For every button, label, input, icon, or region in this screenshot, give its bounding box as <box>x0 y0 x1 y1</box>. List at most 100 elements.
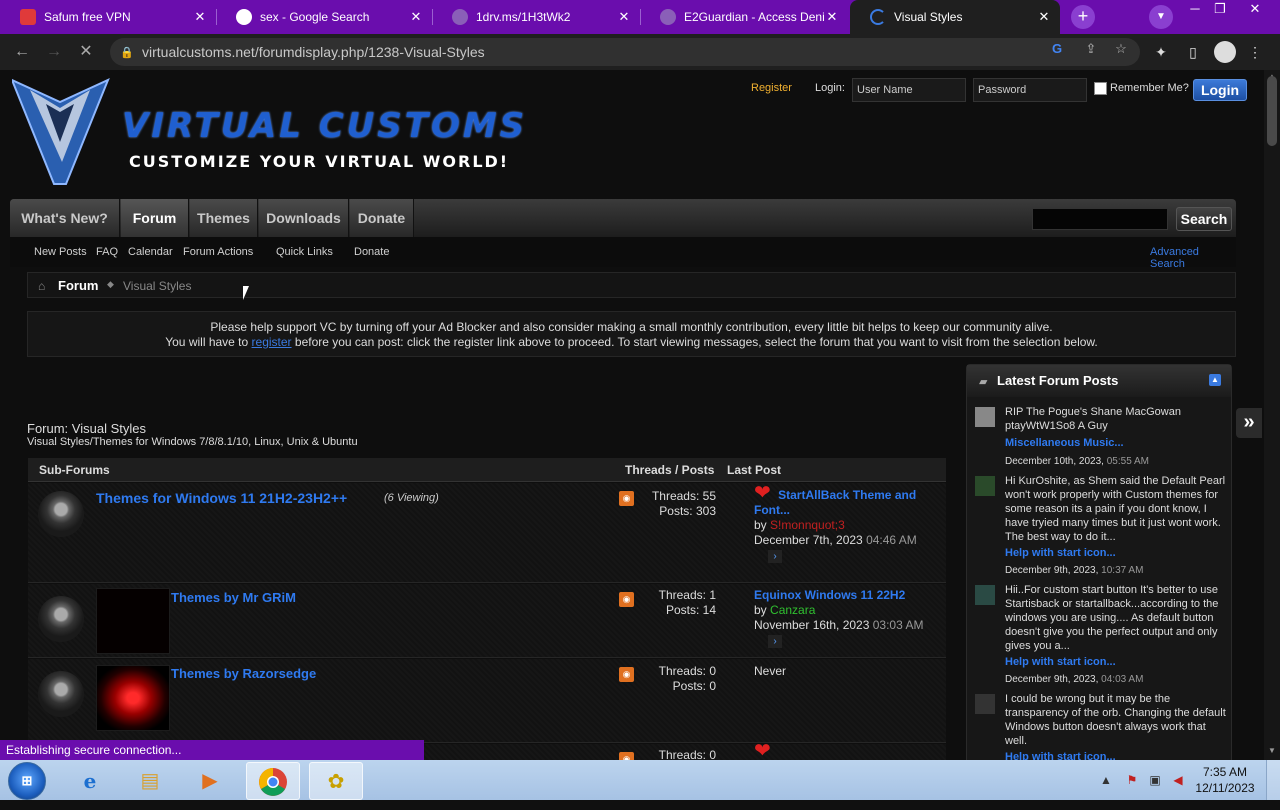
last-post-author[interactable]: Canzara <box>770 603 815 617</box>
close-icon[interactable]: ✕ <box>1036 9 1052 25</box>
forward-icon[interactable]: → <box>42 40 66 64</box>
site-logo[interactable]: VIRTUAL CUSTOMS CUSTOMIZE YOUR VIRTUAL W… <box>12 78 572 190</box>
rss-icon[interactable]: ◉ <box>619 491 634 506</box>
breadcrumb-forum[interactable]: Forum <box>58 278 98 293</box>
close-icon[interactable]: ✕ <box>408 9 424 25</box>
browser-tab[interactable]: E2Guardian - Access Denied ✕ <box>640 0 848 34</box>
new-posts-link[interactable]: New Posts <box>34 246 87 258</box>
last-post-title[interactable]: Equinox Windows 11 22H2 <box>754 588 905 602</box>
post-thread-link[interactable]: Miscellaneous Music... <box>1005 437 1124 449</box>
breadcrumb-separator-icon: ◆ <box>107 279 114 289</box>
browser-tab[interactable]: sex - Google Search ✕ <box>216 0 432 34</box>
calendar-link[interactable]: Calendar <box>128 246 173 258</box>
extensions-icon[interactable]: ✦ <box>1150 41 1172 63</box>
go-to-last-post-icon[interactable]: › <box>768 635 782 648</box>
password-input[interactable]: Password <box>973 78 1087 102</box>
address-bar[interactable]: 🔒 virtualcustoms.net/forumdisplay.php/12… <box>110 38 1140 66</box>
register-link[interactable]: Register <box>751 82 792 94</box>
search-input[interactable] <box>1032 208 1168 230</box>
scrollbar[interactable]: ▲ ▼ <box>1264 70 1280 760</box>
rss-icon[interactable]: ◉ <box>619 667 634 682</box>
tab-donate[interactable]: Donate <box>350 199 414 237</box>
close-icon[interactable]: ✕ <box>824 9 840 25</box>
rss-icon[interactable]: ◉ <box>619 592 634 607</box>
tab-search-chevron-icon[interactable]: ▼ <box>1149 5 1173 29</box>
network-icon[interactable]: ▣ <box>1147 772 1163 788</box>
volume-icon[interactable]: ◀ <box>1170 772 1186 788</box>
new-tab-button[interactable]: + <box>1071 5 1095 29</box>
side-panel-icon[interactable]: ▯ <box>1182 41 1204 63</box>
register-link-inline[interactable]: register <box>252 335 292 349</box>
last-post-time: 04:46 AM <box>866 533 917 547</box>
bookmark-star-icon[interactable]: ☆ <box>1112 40 1130 58</box>
scroll-down-icon[interactable]: ▼ <box>1264 746 1280 755</box>
mouse-cursor-icon <box>243 286 255 300</box>
subforum-stats: Threads: 0 Posts: 0 <box>659 664 716 694</box>
page-viewport: VIRTUAL CUSTOMS CUSTOMIZE YOUR VIRTUAL W… <box>0 70 1264 760</box>
time-text: 10:37 AM <box>1101 565 1144 576</box>
share-icon[interactable]: ⇪ <box>1082 40 1100 58</box>
last-post-author[interactable]: S!monnquot;3 <box>770 518 845 532</box>
last-post-date: November 16th, 2023 <box>754 618 870 632</box>
browser-tab[interactable]: 1drv.ms/1H3tWk2 ✕ <box>432 0 640 34</box>
username-input[interactable]: User Name <box>852 78 966 102</box>
tab-title: 1drv.ms/1H3tWk2 <box>476 10 571 24</box>
quick-links-link[interactable]: Quick Links <box>276 246 333 258</box>
profile-avatar[interactable] <box>1214 41 1236 63</box>
last-post-title[interactable]: StartAllBack Theme and Font... <box>754 488 916 517</box>
forum-actions-link[interactable]: Forum Actions <box>183 246 253 258</box>
internet-explorer-icon[interactable]: e <box>63 762 117 800</box>
scroll-thumb[interactable] <box>1267 76 1277 146</box>
subforum-link[interactable]: Themes by Razorsedge <box>171 666 316 681</box>
last-post: Equinox Windows 11 22H2 by Canzara Novem… <box>754 588 940 648</box>
notice-line-1: Please help support VC by turning off yo… <box>210 320 1053 334</box>
expand-sidebar-icon[interactable]: » <box>1236 408 1262 438</box>
notice-box: Please help support VC by turning off yo… <box>27 311 1236 357</box>
show-hidden-icons-icon[interactable]: ▲ <box>1098 772 1114 788</box>
stop-loading-icon[interactable]: ✕ <box>74 40 98 64</box>
menu-kebab-icon[interactable]: ⋮ <box>1244 41 1266 63</box>
post-thread-link[interactable]: Help with start icon... <box>1005 656 1116 668</box>
chrome-icon[interactable] <box>246 762 300 800</box>
go-to-last-post-icon[interactable]: › <box>768 550 782 563</box>
system-clock[interactable]: 7:35 AM 12/11/2023 <box>1192 764 1258 796</box>
faq-link[interactable]: FAQ <box>96 246 118 258</box>
remember-me-checkbox[interactable] <box>1094 82 1107 95</box>
browser-tab[interactable]: Safum free VPN ✕ <box>0 0 216 34</box>
close-icon[interactable]: ✕ <box>616 9 632 25</box>
browser-tab-active[interactable]: Visual Styles ✕ <box>850 0 1060 34</box>
notice-text: before you can post: click the register … <box>294 335 1098 349</box>
google-lens-icon[interactable]: G <box>1048 40 1066 58</box>
windows-start-icon[interactable]: ⊞ <box>8 762 46 800</box>
collapse-icon[interactable]: ▲ <box>1209 374 1221 386</box>
back-icon[interactable]: ← <box>10 40 34 64</box>
tab-themes[interactable]: Themes <box>190 199 258 237</box>
subforum-link[interactable]: Themes by Mr GRiM <box>171 590 296 605</box>
search-button[interactable]: Search <box>1176 207 1232 231</box>
advanced-search-link[interactable]: Advanced Search <box>1150 246 1236 270</box>
close-icon[interactable]: ✕ <box>192 9 208 25</box>
donate-link[interactable]: Donate <box>354 246 389 258</box>
subforum-stats: Threads: 0 <box>659 748 716 760</box>
show-desktop-button[interactable] <box>1266 760 1280 800</box>
tab-downloads[interactable]: Downloads <box>259 199 349 237</box>
restore-icon[interactable]: ❐ <box>1205 0 1235 20</box>
post-thread-link[interactable]: Help with start icon... <box>1005 751 1116 760</box>
login-button[interactable]: Login <box>1193 79 1247 101</box>
subforum-link[interactable]: Themes for Windows 11 21H2-23H2++ <box>96 490 347 506</box>
window-close-icon[interactable]: ✕ <box>1240 0 1270 20</box>
main-nav: What's New? Forum Themes Downloads Donat… <box>10 199 1236 237</box>
date-text: December 10th, 2023, <box>1005 456 1104 467</box>
file-explorer-icon[interactable]: ▤ <box>123 762 177 800</box>
logo-text: VIRTUAL CUSTOMS <box>122 106 528 146</box>
tab-forum[interactable]: Forum <box>121 199 189 237</box>
tab-whats-new[interactable]: What's New? <box>10 199 120 237</box>
last-post: ❤ <box>754 741 940 760</box>
heart-icon: ❤ <box>754 482 771 504</box>
media-player-icon[interactable]: ▶ <box>183 762 237 800</box>
post-thread-link[interactable]: Help with start icon... <box>1005 547 1116 559</box>
action-center-icon[interactable]: ⚑ <box>1124 772 1140 788</box>
home-icon[interactable]: ⌂ <box>38 279 45 293</box>
rss-icon[interactable]: ◉ <box>619 752 634 760</box>
bee-app-icon[interactable]: ✿ <box>309 762 363 800</box>
